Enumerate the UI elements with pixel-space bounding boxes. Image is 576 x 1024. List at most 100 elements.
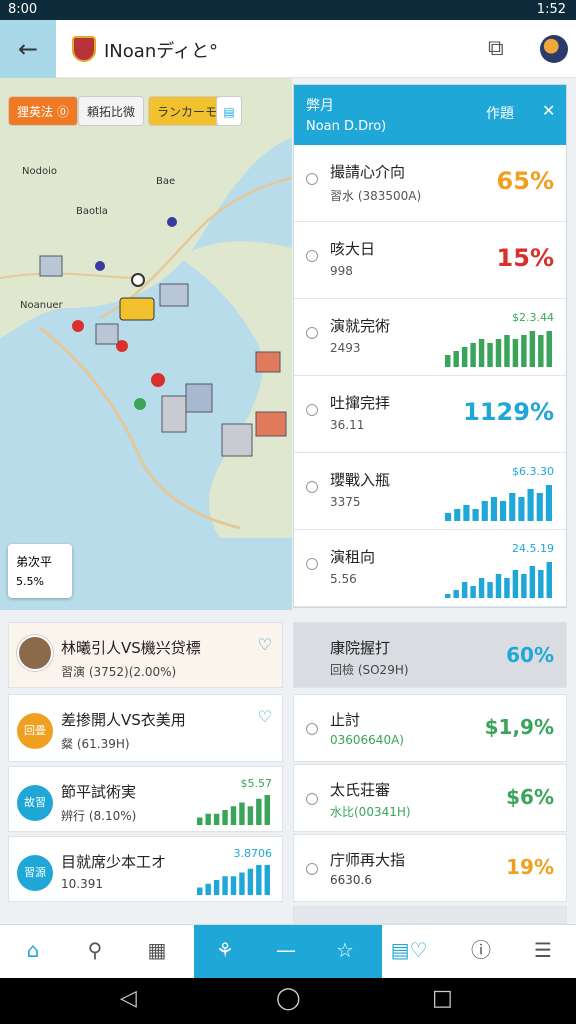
list-card[interactable]: 林曦引人VS機兴贷標 習演 (3752)(2.00%) ♡ xyxy=(8,622,283,688)
sparkline-bar xyxy=(495,339,502,367)
card-subtitle: 粲 (61.39H) xyxy=(61,737,130,751)
card-title: 節平試術実 xyxy=(61,783,137,801)
spark-value: $2.3.44 xyxy=(512,311,554,324)
minus-icon[interactable]: — xyxy=(276,925,296,975)
map-canvas[interactable] xyxy=(0,78,292,610)
sparkline-bar xyxy=(222,810,228,825)
ranking-panel: 弊月 Noan D.Dro) 作題 ✕ 撮請心介向 習水 (383500A) 65… xyxy=(293,84,567,608)
radio-button[interactable] xyxy=(306,404,318,416)
panel-right-label[interactable]: 作題 xyxy=(486,103,514,123)
sparkline-bar xyxy=(461,347,468,367)
map-pin-icon xyxy=(167,217,177,227)
list-card[interactable]: 故習 節平試術実 辨行 (8.10%) $5.57 xyxy=(8,766,283,832)
radio-button[interactable] xyxy=(306,558,318,570)
sparkline xyxy=(196,791,272,829)
status-time: 8:00 xyxy=(8,2,38,17)
category-badge: 習源 xyxy=(17,855,53,891)
sparkline-chart xyxy=(197,865,270,895)
card-percent: $6% xyxy=(506,785,554,809)
radio-button[interactable] xyxy=(306,327,318,339)
filter-chip[interactable]: 頼拓比微 xyxy=(78,96,145,126)
filter-chip[interactable]: 狸英法 ⓪ xyxy=(8,96,78,126)
card-percent: 60% xyxy=(506,643,554,667)
sparkline-bar xyxy=(454,509,461,521)
home-icon[interactable]: ⌂ xyxy=(10,925,56,979)
row-name: 演租向 xyxy=(330,548,376,566)
search-icon[interactable]: ⚲ xyxy=(72,925,118,979)
map-info-card[interactable]: 弟次平 5.5% xyxy=(8,544,72,598)
tree-icon[interactable]: ⚘ xyxy=(216,925,234,975)
list-card[interactable]: 康院握打 回檢 (SO29H) 60% xyxy=(293,622,567,688)
category-badge: 故習 xyxy=(17,785,53,821)
panel-header: 弊月 Noan D.Dro) 作題 ✕ xyxy=(294,85,566,145)
back-icon[interactable]: ◁ xyxy=(120,986,137,1011)
card-subtitle: 6630.6 xyxy=(330,873,372,887)
radio-button[interactable] xyxy=(306,793,318,805)
ranking-row[interactable]: 演租向 5.56 24.5.19 xyxy=(294,530,566,607)
sparkline-bar xyxy=(197,817,203,825)
ranking-row[interactable]: 撮請心介向 習水 (383500A) 65% xyxy=(294,145,566,222)
calendar-icon[interactable]: ▦ xyxy=(134,925,180,979)
document-icon[interactable]: ▤♡ xyxy=(384,925,434,979)
ranking-row[interactable]: 瓔戰入瓶 3375 $6.3.30 xyxy=(294,453,566,530)
map-label: Noanuer xyxy=(20,300,63,311)
map-view[interactable]: 狸英法 ⓪ 頼拓比微 ランカーモ ▤ Nodoio Bae Baotla Noa… xyxy=(0,78,292,610)
close-icon[interactable]: ✕ xyxy=(542,101,555,120)
sparkline xyxy=(444,327,554,371)
active-tab-group[interactable]: ⚘ — ☆ xyxy=(194,925,382,979)
radio-button[interactable] xyxy=(306,173,318,185)
map-label: Bae xyxy=(156,176,176,187)
info-icon[interactable]: ⓘ xyxy=(458,925,504,979)
radio-button[interactable] xyxy=(306,250,318,262)
sparkline-bar xyxy=(213,880,220,895)
map-pin-icon xyxy=(72,320,84,332)
status-bar: 8:00 1:52 xyxy=(0,0,576,20)
recents-icon[interactable]: □ xyxy=(432,986,453,1011)
map-pin-icon xyxy=(95,261,105,271)
list-card[interactable]: 太氏荘審 水比(00341H) $6% xyxy=(293,764,567,832)
heart-icon[interactable]: ♡ xyxy=(258,635,272,654)
card-percent: $1,9% xyxy=(484,715,554,739)
card-percent: 19% xyxy=(506,855,554,879)
list-card[interactable]: 止討 03606640A) $1,9% xyxy=(293,694,567,762)
sparkline-bar xyxy=(230,876,237,895)
sparkline-bar xyxy=(521,335,527,367)
sparkline-bar xyxy=(529,566,536,598)
radio-button[interactable] xyxy=(306,863,318,875)
map-label: Baotla xyxy=(76,206,108,217)
heart-icon[interactable]: ♡ xyxy=(258,707,272,726)
back-arrow-icon[interactable]: ← xyxy=(0,20,56,78)
list-card[interactable]: 庁师再大指 6630.6 19% xyxy=(293,834,567,902)
sparkline-bar xyxy=(512,339,519,367)
sparkline-bar xyxy=(197,887,203,895)
card-subtitle: 習演 (3752)(2.00%) xyxy=(61,665,177,679)
radio-button[interactable] xyxy=(306,723,318,735)
sparkline-bar xyxy=(247,806,254,825)
app-bar: ← INoanディと° ⧉ xyxy=(0,20,576,78)
radio-button[interactable] xyxy=(306,481,318,493)
list-card[interactable] xyxy=(293,906,567,924)
avatar[interactable] xyxy=(540,35,568,63)
menu-icon[interactable]: ☰ xyxy=(520,925,566,979)
home-circle-icon[interactable]: ◯ xyxy=(276,986,301,1011)
card-subtitle: 水比(00341H) xyxy=(330,805,411,819)
sparkline-chart xyxy=(197,795,270,825)
sparkline-bar xyxy=(518,497,525,521)
filter-chip[interactable]: ランカーモ xyxy=(148,96,227,126)
row-percent: 15% xyxy=(496,244,554,272)
sparkline-bar xyxy=(264,865,270,895)
sparkline-bar xyxy=(247,868,254,895)
spark-value: $5.57 xyxy=(240,777,273,790)
ranking-row[interactable]: 演就完術 2493 $2.3.44 xyxy=(294,299,566,376)
ranking-row[interactable]: 吐撺完拝 36.11 1129% xyxy=(294,376,566,453)
list-card[interactable]: 回畳 差掺開人VS衣美用 粲 (61.39H) ♡ xyxy=(8,694,283,762)
layers-icon[interactable]: ▤ xyxy=(216,96,242,126)
card-title: 差掺開人VS衣美用 xyxy=(61,711,186,729)
list-card[interactable]: 習源 目就席少本工オ 10.391 3.8706 xyxy=(8,836,283,902)
sparkline-bar xyxy=(487,582,493,598)
star-icon[interactable]: ☆ xyxy=(336,925,354,975)
card-title: 太氏荘審 xyxy=(330,781,391,799)
share-icon[interactable]: ⧉ xyxy=(488,36,504,61)
ranking-row[interactable]: 咳大日 998 15% xyxy=(294,222,566,299)
sparkline-bar xyxy=(213,813,220,825)
